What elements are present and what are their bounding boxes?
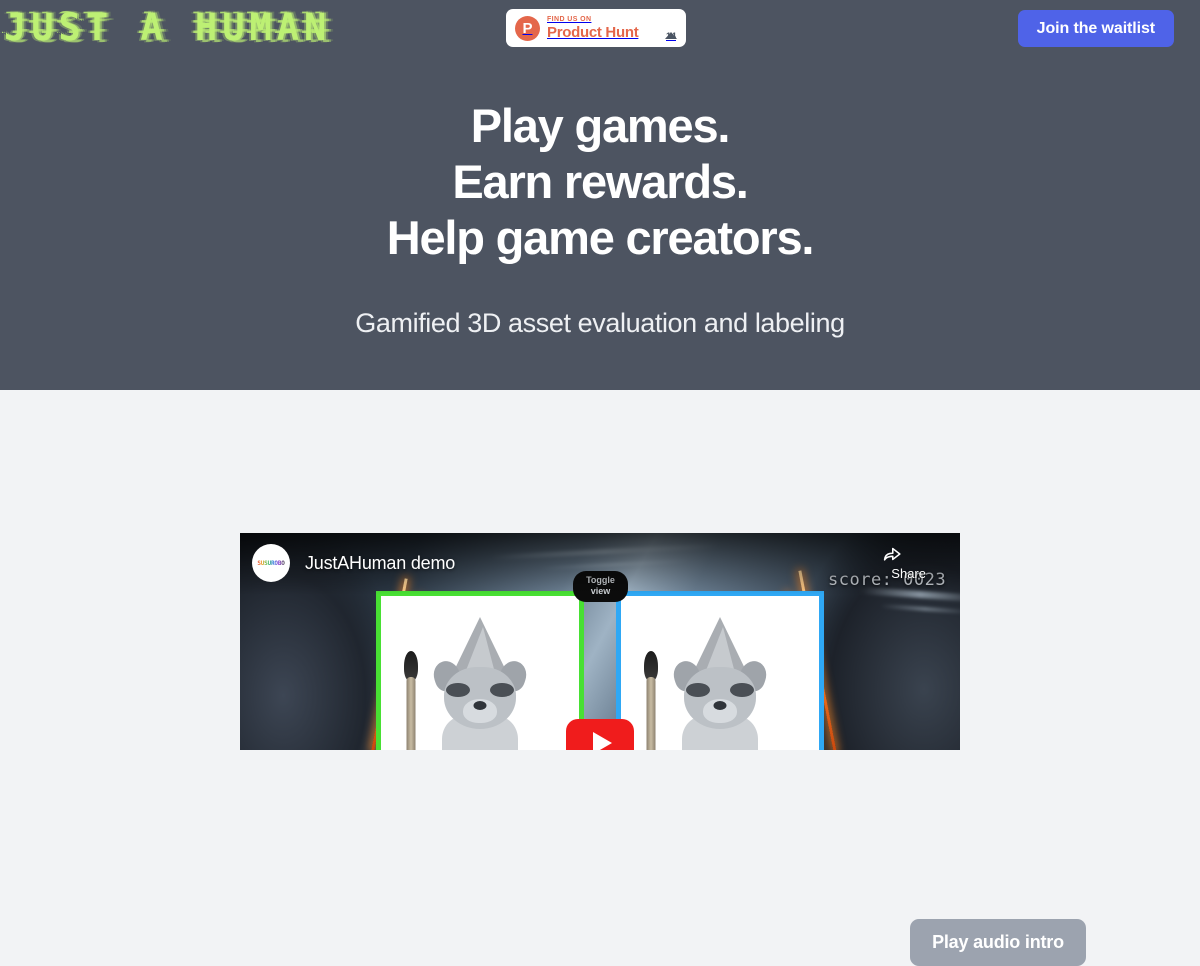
product-hunt-upvotes: 14 — [665, 14, 677, 41]
raccoon-head — [444, 667, 516, 729]
hero-subtitle: Gamified 3D asset evaluation and labelin… — [355, 308, 845, 338]
torch-handle — [646, 677, 656, 750]
game-score-readout: score: 0023 — [828, 570, 947, 590]
torch-prop-icon — [643, 651, 659, 750]
product-hunt-name: Product Hunt — [547, 24, 639, 41]
torch-handle — [406, 677, 416, 750]
raccoon-nose — [713, 701, 727, 710]
product-hunt-kicker: FIND US ON — [547, 16, 592, 23]
asset-card-right-image — [621, 596, 819, 750]
scene-sheen — [490, 542, 720, 561]
site-header: JUST A HUMAN P FIND US ON Product Hunt 1… — [0, 0, 1200, 57]
hero-section: JUST A HUMAN P FIND US ON Product Hunt 1… — [0, 0, 1200, 390]
raccoon-character — [666, 617, 774, 750]
raccoon-head — [684, 667, 756, 729]
toggle-view-label-line-2: view — [590, 586, 611, 596]
product-hunt-text: FIND US ON Product Hunt — [547, 16, 665, 40]
hero-headline-line-3: Help game creators. — [386, 211, 815, 264]
raccoon-eye-mask — [686, 683, 710, 697]
raccoon-character — [426, 617, 534, 750]
asset-card-left[interactable] — [376, 591, 584, 750]
product-hunt-upvote-count: 14 — [665, 30, 676, 41]
toggle-view-button[interactable]: Toggle view — [573, 571, 628, 602]
channel-avatar-text: SUSUROBO — [257, 559, 285, 567]
hero-copy: Play games. Earn rewards. Help game crea… — [0, 98, 1200, 339]
youtube-video-embed[interactable]: Toggle view score: 0023 SUSUROBO JustAHu… — [240, 533, 960, 750]
product-hunt-icon: P — [515, 15, 540, 41]
raccoon-eye-mask — [490, 683, 514, 697]
raccoon-nose — [473, 701, 487, 710]
asset-card-right[interactable] — [616, 591, 824, 750]
toggle-view-label-line-1: Toggle — [586, 575, 615, 585]
youtube-play-button[interactable] — [566, 719, 634, 750]
scene-sheen — [540, 559, 690, 570]
join-waitlist-button[interactable]: Join the waitlist — [1017, 10, 1174, 47]
scene-sheen — [879, 603, 960, 615]
channel-avatar[interactable]: SUSUROBO — [252, 544, 290, 582]
asset-card-left-image — [381, 596, 579, 750]
play-audio-intro-button[interactable]: Play audio intro — [910, 919, 1086, 966]
share-icon[interactable] — [882, 547, 902, 561]
site-logo[interactable]: JUST A HUMAN — [4, 4, 331, 50]
demo-section: Toggle view score: 0023 SUSUROBO JustAHu… — [0, 390, 1200, 966]
play-triangle-icon — [592, 732, 612, 750]
raccoon-eye-mask — [446, 683, 470, 697]
site-logo-text: JUST A HUMAN — [4, 9, 331, 46]
hero-headline-line-2: Earn rewards. — [452, 155, 748, 208]
torch-prop-icon — [403, 651, 419, 750]
raccoon-eye-mask — [730, 683, 754, 697]
share-button-label[interactable]: Share — [891, 566, 926, 581]
hero-headline-line-1: Play games. — [470, 99, 731, 152]
video-title[interactable]: JustAHuman demo — [305, 553, 455, 574]
video-title-row: SUSUROBO JustAHuman demo — [252, 542, 455, 584]
product-hunt-badge[interactable]: P FIND US ON Product Hunt 14 — [506, 9, 686, 47]
product-hunt-glyph: P — [522, 19, 533, 37]
landing-page: JUST A HUMAN P FIND US ON Product Hunt 1… — [0, 0, 1200, 966]
